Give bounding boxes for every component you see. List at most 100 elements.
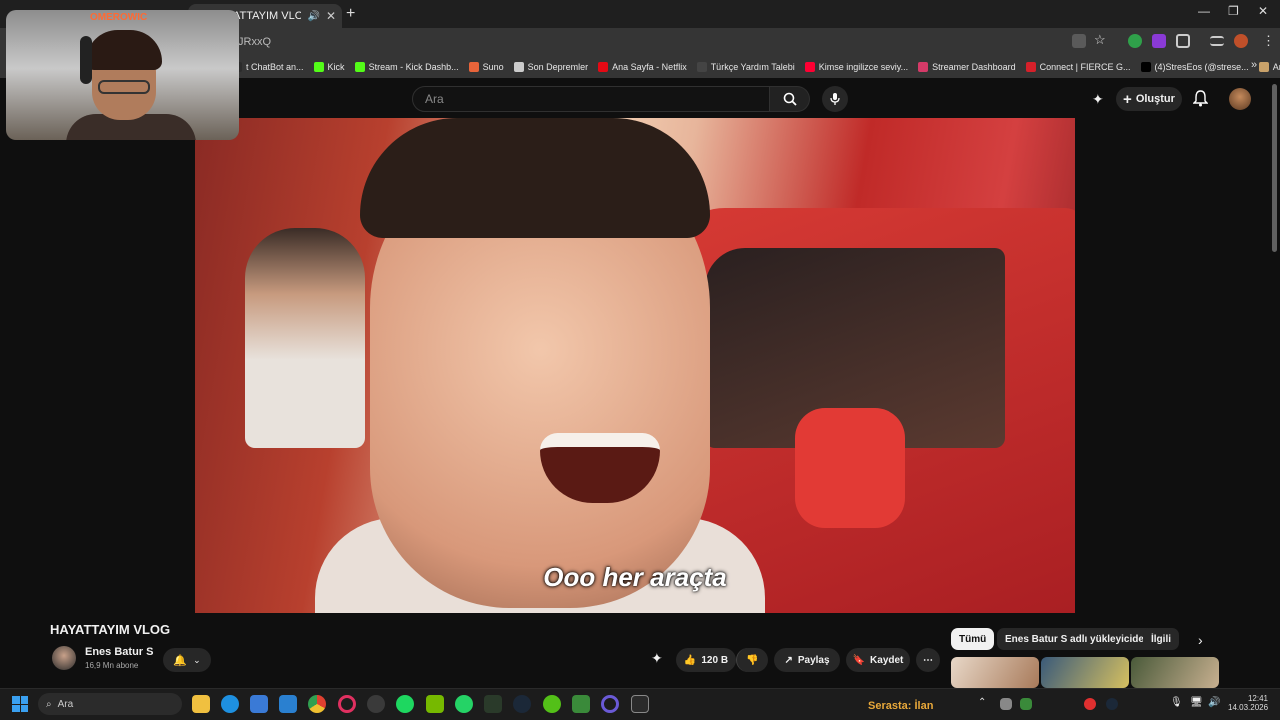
edge-icon[interactable] — [221, 695, 239, 713]
whatsapp-icon[interactable] — [455, 695, 473, 713]
new-tab-button[interactable]: + — [346, 5, 355, 23]
webcam-overlay — [6, 10, 239, 140]
bookmark-item[interactable]: Connect | FIERCE G... — [1025, 62, 1131, 72]
bookmark-item[interactable]: Kick — [313, 62, 345, 72]
profile-icon[interactable] — [1234, 34, 1248, 48]
bookmark-label: Kimse ingilizce seviy... — [818, 62, 909, 72]
restore-icon[interactable]: ❐ — [1228, 4, 1239, 18]
minimize-icon[interactable]: — — [1198, 4, 1210, 18]
file-explorer-icon[interactable] — [192, 695, 210, 713]
app-icon[interactable] — [543, 695, 561, 713]
video-frame-hair — [360, 118, 710, 238]
bookmark-item[interactable]: Kimse ingilizce seviy... — [804, 62, 909, 72]
more-actions-button[interactable]: ⋯ — [916, 648, 940, 672]
notifications-button[interactable] — [1192, 90, 1209, 112]
channel-name[interactable]: Enes Batur S — [85, 646, 153, 658]
share-button[interactable]: ↗ Paylaş — [774, 648, 840, 672]
install-icon[interactable] — [1072, 34, 1086, 48]
windows-logo-icon — [12, 696, 20, 704]
bookmark-item[interactable]: Son Depremler — [513, 62, 588, 72]
bookmark-item[interactable]: t ChatBot an... — [232, 62, 304, 72]
bookmark-item[interactable]: (4)StresEos (@strese... — [1140, 62, 1249, 72]
share-label: Paylaş — [797, 654, 830, 666]
spotify-icon[interactable] — [396, 695, 414, 713]
clock[interactable]: 12:41 14.03.2026 — [1228, 694, 1268, 712]
page-scrollbar[interactable] — [1272, 84, 1277, 252]
tray-icon[interactable] — [1020, 698, 1032, 710]
bookmark-item[interactable]: Türkçe Yardım Talebi — [696, 62, 795, 72]
chrome-icon[interactable] — [308, 695, 326, 713]
bookmark-label: Kick — [327, 62, 345, 72]
streamer-name: OMEROWIC — [90, 12, 148, 23]
headset-icon — [80, 36, 92, 84]
app-icon[interactable] — [484, 695, 502, 713]
speaker-icon[interactable]: 🔊 — [307, 11, 319, 22]
video-player[interactable]: Ooo her araçta — [195, 118, 1075, 613]
plus-icon: + — [1123, 90, 1132, 108]
clock-date: 14.03.2026 — [1228, 703, 1269, 712]
bookmarks-more-icon[interactable]: » — [1251, 59, 1257, 71]
bookmark-favicon-icon — [804, 62, 815, 72]
extension-icon[interactable] — [1152, 34, 1166, 48]
subscribe-bell-button[interactable]: 🔔 ⌄ — [163, 648, 211, 672]
recommended-thumbnail[interactable] — [951, 657, 1039, 688]
steam-icon[interactable] — [513, 695, 531, 713]
obs-icon[interactable] — [367, 695, 385, 713]
create-button[interactable]: + Oluştur — [1116, 87, 1182, 111]
app-icon[interactable] — [601, 695, 619, 713]
extensions-puzzle-icon[interactable] — [1176, 34, 1190, 48]
dislike-button[interactable]: 👎 — [736, 648, 768, 672]
sparkle-icon[interactable]: ✦ — [651, 650, 663, 667]
search-button[interactable] — [770, 86, 810, 112]
tray-icon[interactable] — [1084, 698, 1096, 710]
bookmark-item[interactable]: Anasayfa — [1258, 62, 1280, 72]
menu-icon[interactable]: ⋮ — [1262, 33, 1275, 49]
search-input[interactable]: Ara — [412, 86, 770, 112]
chip-related[interactable]: İlgili — [1143, 628, 1179, 650]
search-icon: ⌕ — [46, 698, 52, 710]
recommended-thumbnail[interactable] — [1041, 657, 1129, 688]
tray-icon[interactable] — [1000, 698, 1012, 710]
like-button[interactable]: 👍 120 B — [676, 648, 736, 672]
minecraft-icon[interactable] — [572, 695, 590, 713]
chip-from-uploader[interactable]: Enes Batur S adlı yükleyiciden — [997, 628, 1159, 650]
star-icon[interactable]: ☆ — [1094, 32, 1108, 47]
recommended-thumbnail[interactable] — [1131, 657, 1219, 688]
tray-icon[interactable] — [1106, 698, 1118, 710]
epic-games-icon[interactable] — [631, 695, 649, 713]
bookmark-favicon-icon — [918, 62, 929, 72]
chip-all[interactable]: Tümü — [951, 628, 995, 650]
nvidia-icon[interactable] — [426, 695, 444, 713]
opera-icon[interactable] — [338, 695, 356, 713]
bookmark-label: Streamer Dashboard — [932, 62, 1016, 72]
like-count: 120 B — [701, 654, 729, 666]
volume-icon[interactable]: 🔊 — [1208, 697, 1220, 708]
sparkle-icon[interactable]: ✦ — [1092, 91, 1104, 108]
bookmark-item[interactable]: Ana Sayfa - Netflix — [598, 62, 687, 72]
bookmark-favicon-icon — [598, 62, 609, 72]
chevron-right-icon[interactable]: › — [1198, 632, 1203, 648]
tray-expand-icon[interactable]: ⌃ — [978, 697, 986, 708]
microphone-icon[interactable]: 🎙 — [1170, 697, 1183, 708]
create-label: Oluştur — [1135, 93, 1175, 105]
bookmark-item[interactable]: Stream - Kick Dashb... — [354, 62, 459, 72]
bookmark-item[interactable]: Streamer Dashboard — [918, 62, 1016, 72]
start-button[interactable] — [12, 696, 28, 712]
voice-search-button[interactable] — [822, 86, 848, 112]
close-tab-icon[interactable]: ✕ — [326, 9, 336, 23]
bookmark-item[interactable]: Suno — [468, 62, 504, 72]
account-avatar[interactable] — [1229, 88, 1251, 110]
video-subtitle: Ooo her araçta — [543, 562, 727, 592]
reading-list-icon[interactable] — [1210, 36, 1224, 46]
channel-avatar[interactable] — [52, 646, 76, 670]
url-field[interactable]: JRxxQ — [232, 31, 1122, 53]
network-icon[interactable]: 🖥 — [1190, 697, 1203, 708]
store-icon[interactable] — [250, 695, 268, 713]
bookmark-favicon-icon — [513, 62, 524, 72]
video-frame-background-person — [245, 228, 365, 448]
mail-icon[interactable] — [279, 695, 297, 713]
taskbar-search[interactable]: ⌕ Ara — [38, 693, 182, 715]
save-button[interactable]: 🔖 Kaydet — [846, 648, 910, 672]
close-window-icon[interactable]: ✕ — [1258, 4, 1268, 18]
extension-icon[interactable] — [1128, 34, 1142, 48]
